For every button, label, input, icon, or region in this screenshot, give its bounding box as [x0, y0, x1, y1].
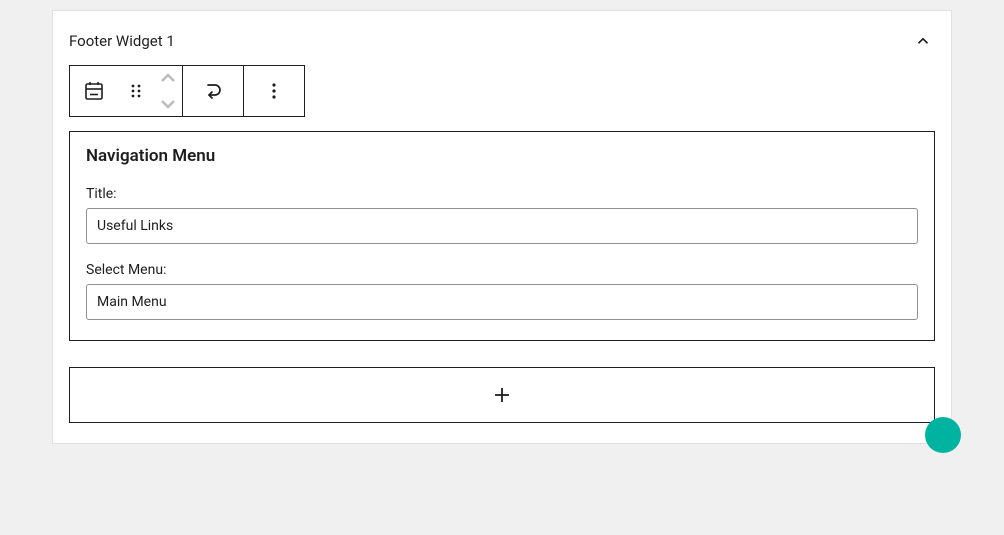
- calendar-icon: [82, 79, 106, 103]
- move-updown-button[interactable]: [154, 66, 182, 116]
- widget-panel: Footer Widget 1: [52, 10, 952, 444]
- more-options-button[interactable]: [244, 66, 304, 116]
- drag-handle-icon: [124, 79, 148, 103]
- chevron-up-small-icon: [156, 66, 180, 90]
- plus-icon: [490, 383, 514, 407]
- select-menu-label: Select Menu:: [86, 262, 918, 278]
- collapse-toggle[interactable]: [911, 29, 935, 53]
- chevron-down-small-icon: [156, 92, 180, 116]
- select-menu-row: Select Menu: Main Menu: [86, 262, 918, 320]
- toolbar-group-more: [244, 66, 304, 116]
- drag-handle-button[interactable]: [118, 66, 154, 116]
- panel-title: Footer Widget 1: [69, 32, 175, 50]
- block-type-button[interactable]: [70, 66, 118, 116]
- block-toolbar: [69, 65, 305, 117]
- panel-header: Footer Widget 1: [69, 25, 935, 57]
- floating-badge[interactable]: [925, 417, 961, 453]
- select-menu-dropdown[interactable]: Main Menu: [86, 284, 918, 320]
- toolbar-group-transform: [183, 66, 244, 116]
- chevron-up-icon: [914, 32, 932, 50]
- widget-name-heading: Navigation Menu: [86, 146, 918, 166]
- more-vertical-icon: [262, 79, 286, 103]
- title-input[interactable]: [86, 208, 918, 244]
- toolbar-group-block: [70, 66, 183, 116]
- widget-card: Navigation Menu Title: Select Menu: Main…: [69, 131, 935, 341]
- title-field-row: Title:: [86, 186, 918, 244]
- title-label: Title:: [86, 186, 918, 202]
- transform-icon: [201, 79, 225, 103]
- add-block-button[interactable]: [69, 367, 935, 423]
- transform-button[interactable]: [183, 66, 243, 116]
